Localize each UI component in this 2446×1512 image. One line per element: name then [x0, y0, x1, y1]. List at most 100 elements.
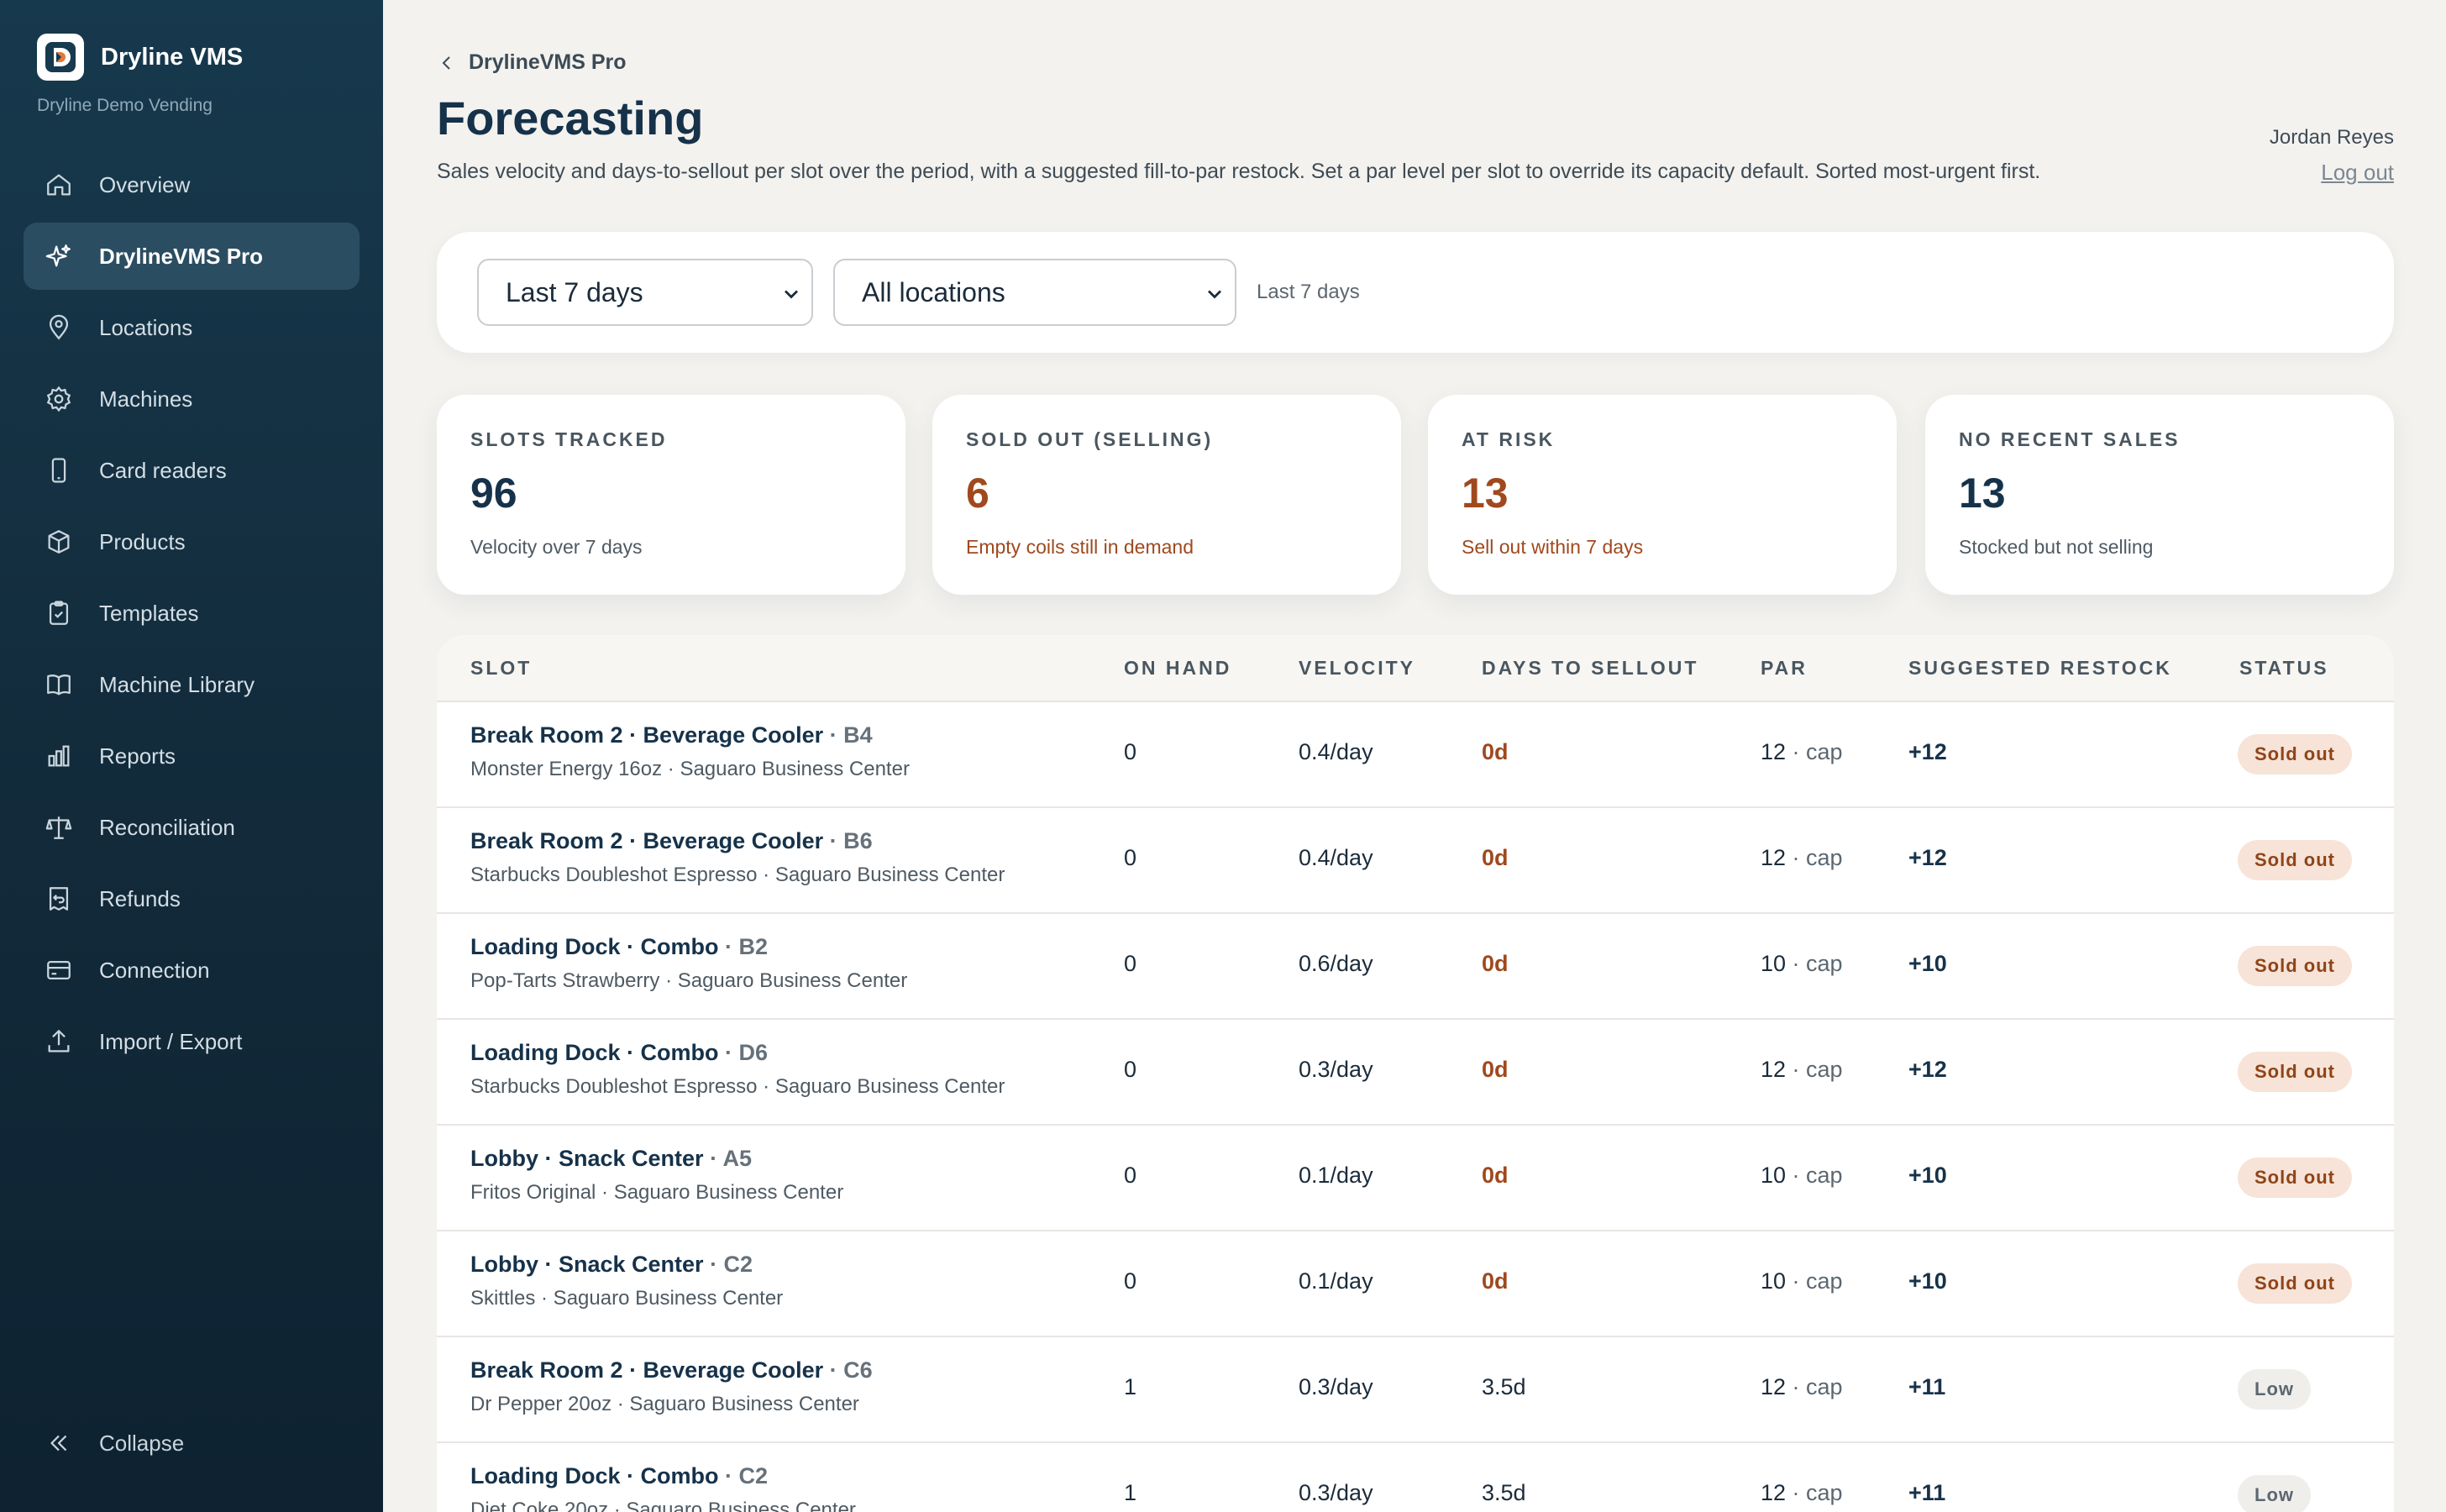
sidebar-item-refunds[interactable]: Refunds [24, 865, 360, 932]
column-header-status[interactable]: STATUS [2239, 657, 2329, 680]
slot-title: Break Room 2 · Beverage Cooler · C6 [470, 1357, 873, 1383]
slot-product: Monster Energy 16oz · Saguaro Business C… [470, 758, 910, 780]
par-value[interactable]: 12 · cap [1761, 1057, 1843, 1083]
stat-card-sold-out: SOLD OUT (SELLING) 6 Empty coils still i… [932, 395, 1401, 595]
column-header-suggested-restock[interactable]: SUGGESTED RESTOCK [1908, 657, 2172, 680]
sidebar-item-machine-library[interactable]: Machine Library [24, 651, 360, 718]
par-value[interactable]: 10 · cap [1761, 1268, 1843, 1294]
days-to-sellout-value: 0d [1482, 1163, 1509, 1188]
breadcrumb[interactable]: DrylineVMS Pro [437, 50, 627, 75]
stat-card-slots-tracked: SLOTS TRACKED 96 Velocity over 7 days [437, 395, 905, 595]
stat-cards: SLOTS TRACKED 96 Velocity over 7 days SO… [437, 395, 2394, 595]
par-cap: · cap [1786, 951, 1843, 976]
table-row[interactable]: Break Room 2 · Beverage Cooler · C6 Dr P… [437, 1337, 2394, 1443]
column-header-par[interactable]: PAR [1761, 657, 1808, 680]
on-hand-value: 0 [1124, 845, 1137, 870]
slot-location: Loading Dock · Combo [470, 934, 719, 959]
logout-link[interactable]: Log out [2321, 160, 2394, 186]
map-pin-icon [44, 312, 74, 343]
par-value[interactable]: 12 · cap [1761, 845, 1843, 871]
suggested-restock-value: +12 [1908, 845, 1947, 870]
sidebar-item-label: Products [99, 528, 186, 554]
status-badge: Low [2238, 1369, 2311, 1410]
period-select[interactable]: Last 7 days [477, 259, 813, 326]
book-icon [44, 669, 74, 700]
sidebar-item-import-export[interactable]: Import / Export [24, 1008, 360, 1075]
collapse-button[interactable]: Collapse [44, 1428, 184, 1458]
velocity-value: 0.3/day [1299, 1057, 1373, 1082]
suggested-restock-value: +11 [1908, 1374, 1946, 1399]
stat-value: 6 [966, 470, 989, 517]
sparkle-icon [44, 241, 74, 271]
home-icon [44, 170, 74, 200]
suggested-restock-value: +12 [1908, 1057, 1947, 1082]
column-header-slot[interactable]: SLOT [470, 657, 532, 680]
slot-title: Loading Dock · Combo · C2 [470, 1463, 768, 1489]
par-value[interactable]: 10 · cap [1761, 1163, 1843, 1189]
upload-icon [44, 1026, 74, 1057]
on-hand-value: 0 [1124, 951, 1137, 976]
brand[interactable]: Dryline VMS [37, 34, 243, 81]
sidebar-item-card-readers[interactable]: Card readers [24, 437, 360, 504]
table-header: SLOT ON HAND VELOCITY DAYS TO SELLOUT PA… [437, 635, 2394, 702]
table-row[interactable]: Loading Dock · Combo · D6 Starbucks Doub… [437, 1020, 2394, 1126]
sidebar-item-connection[interactable]: Connection [24, 937, 360, 1004]
suggested-restock-value: +10 [1908, 1163, 1947, 1188]
sidebar-item-reconciliation[interactable]: Reconciliation [24, 794, 360, 861]
suggested-restock-value: +11 [1908, 1480, 1946, 1505]
stat-label: SLOTS TRACKED [470, 428, 668, 450]
bar-chart-icon [44, 741, 74, 771]
sidebar-item-templates[interactable]: Templates [24, 580, 360, 647]
par-number: 12 [1761, 1374, 1787, 1399]
table-row[interactable]: Lobby · Snack Center · A5 Fritos Origina… [437, 1126, 2394, 1231]
sidebar-item-reports[interactable]: Reports [24, 722, 360, 790]
sidebar-item-label: Overview [99, 171, 191, 197]
slot-product: Starbucks Doubleshot Espresso · Saguaro … [470, 1075, 1005, 1098]
table-row[interactable]: Break Room 2 · Beverage Cooler · B6 Star… [437, 808, 2394, 914]
sidebar-item-drylinevms-pro[interactable]: DrylineVMS Pro [24, 223, 360, 290]
slot-title: Lobby · Snack Center · A5 [470, 1146, 752, 1172]
par-cap: · cap [1786, 1163, 1843, 1188]
column-header-on-hand[interactable]: ON HAND [1124, 657, 1231, 680]
column-header-velocity[interactable]: VELOCITY [1299, 657, 1415, 680]
table-row[interactable]: Loading Dock · Combo · C2 Diet Coke 20oz… [437, 1443, 2394, 1512]
sidebar-item-label: Locations [99, 314, 193, 340]
location-select[interactable]: All locations [833, 259, 1236, 326]
brand-name: Dryline VMS [101, 43, 244, 71]
status-badge: Low [2238, 1475, 2311, 1512]
slot-location: Loading Dock · Combo [470, 1463, 719, 1488]
sidebar-nav: Overview DrylineVMS Pro Locations Machin… [24, 151, 360, 1079]
par-number: 12 [1761, 1057, 1787, 1082]
stat-note: Sell out within 7 days [1462, 536, 1644, 558]
sidebar-item-label: Machine Library [99, 671, 255, 697]
on-hand-value: 0 [1124, 1057, 1137, 1082]
table-row[interactable]: Break Room 2 · Beverage Cooler · B4 Mons… [437, 702, 2394, 808]
stat-label: SOLD OUT (SELLING) [966, 428, 1214, 450]
sidebar-item-products[interactable]: Products [24, 508, 360, 575]
box-icon [44, 527, 74, 557]
stat-label: NO RECENT SALES [1959, 428, 2181, 450]
par-number: 12 [1761, 739, 1787, 764]
gear-icon [44, 384, 74, 414]
table-row[interactable]: Lobby · Snack Center · C2 Skittles · Sag… [437, 1231, 2394, 1337]
sidebar-item-locations[interactable]: Locations [24, 294, 360, 361]
slot-code: · D6 [718, 1040, 768, 1065]
sidebar-item-label: Reconciliation [99, 814, 235, 840]
column-header-days-to-sellout[interactable]: DAYS TO SELLOUT [1482, 657, 1698, 680]
par-value[interactable]: 12 · cap [1761, 1480, 1843, 1506]
phone-icon [44, 455, 74, 486]
days-to-sellout-value: 3.5d [1482, 1480, 1526, 1505]
sidebar-item-label: Card readers [99, 457, 227, 483]
suggested-restock-value: +10 [1908, 951, 1947, 976]
par-value[interactable]: 12 · cap [1761, 1374, 1843, 1400]
par-value[interactable]: 10 · cap [1761, 951, 1843, 977]
velocity-value: 0.4/day [1299, 845, 1373, 870]
par-number: 10 [1761, 951, 1787, 976]
table-row[interactable]: Loading Dock · Combo · B2 Pop-Tarts Stra… [437, 914, 2394, 1020]
par-number: 10 [1761, 1268, 1787, 1294]
sidebar-item-overview[interactable]: Overview [24, 151, 360, 218]
par-value[interactable]: 12 · cap [1761, 739, 1843, 765]
sidebar-item-machines[interactable]: Machines [24, 365, 360, 433]
days-to-sellout-value: 0d [1482, 739, 1509, 764]
slot-location: Loading Dock · Combo [470, 1040, 719, 1065]
